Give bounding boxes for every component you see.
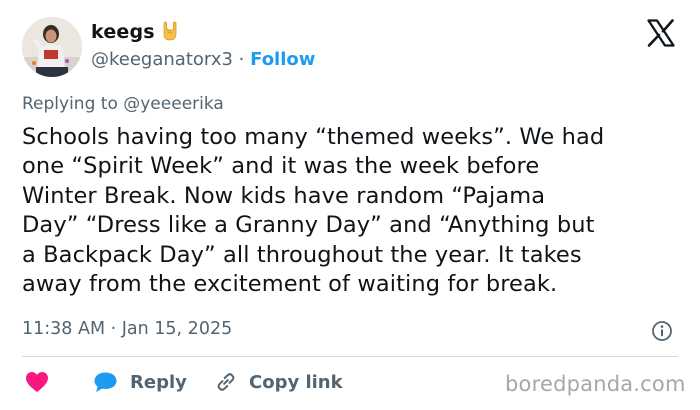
rock-on-hand-icon [159,20,181,42]
tweet-line: Schools having too many “themed weeks”. … [22,124,605,150]
handle-row: @keeganatorx3 · Follow [91,49,315,70]
tweet-line: away from the excitement of waiting for … [22,271,558,298]
like-button[interactable] [25,368,49,396]
tweet-text: Schools having too many “themed weeks”. … [22,123,682,299]
separator-dot: · [238,49,245,70]
user-handle[interactable]: @keeganatorx3 [91,49,233,70]
tweet-line: a Backpack Day” all throughout the year.… [22,241,582,268]
copy-link-label: Copy link [249,371,343,393]
tweet-line: Winter Break. Now kids have random “Paja… [22,182,546,209]
tweet-timestamp[interactable]: 11:38 AM · Jan 15, 2025 [22,319,232,339]
speech-bubble-icon [94,372,117,392]
reply-mention-link[interactable]: @yeeeerika [123,94,224,114]
tweet-line: one “Spirit Week” and it was the week be… [22,153,540,180]
x-logo-icon[interactable] [646,18,676,48]
divider [22,356,678,357]
display-name[interactable]: keegs [91,21,155,43]
copy-link-button[interactable]: Copy link [214,368,343,396]
replying-to: Replying to @yeeeerika [22,94,224,114]
reply-button[interactable]: Reply [93,368,187,396]
tweet-line: Day” “Dress like a Granny Day” and “Anyt… [22,212,595,239]
link-icon [217,373,235,391]
replying-to-label: Replying to [22,94,118,114]
avatar-photo [22,17,82,77]
reply-label: Reply [130,371,187,393]
watermark: boredpanda.com [505,372,686,396]
info-icon[interactable] [651,320,673,342]
heart-icon [26,372,48,392]
avatar[interactable] [22,17,82,77]
follow-button[interactable]: Follow [250,49,315,70]
